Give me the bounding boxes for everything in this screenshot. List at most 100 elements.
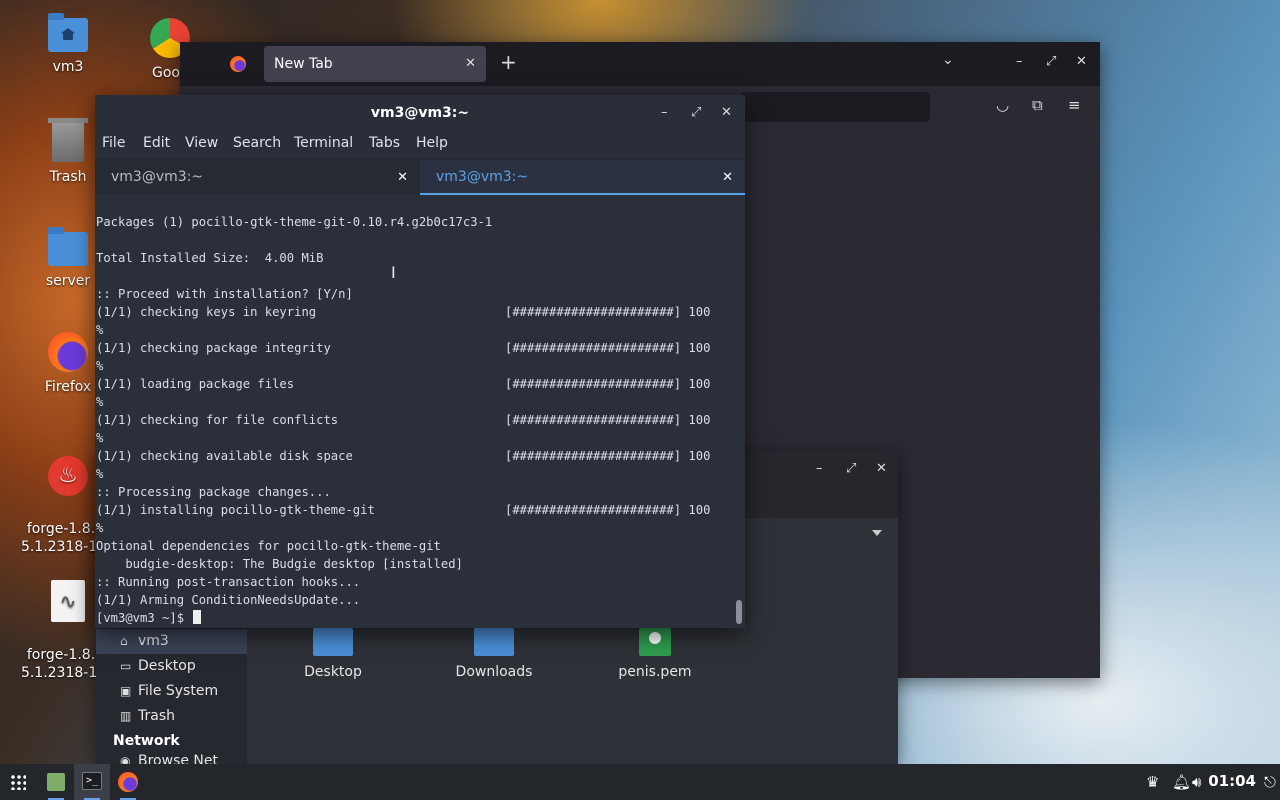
menu-tabs[interactable]: Tabs [369,135,400,151]
url-bar[interactable] [740,92,930,122]
folder-icon [313,628,353,656]
sidebar-item-label: Desktop [138,658,196,674]
terminal-line: :: Running post-transaction hooks... [96,575,361,589]
terminal-line: (1/1) checking available disk space [96,449,353,463]
sidebar-item-browse-network[interactable]: ◉ Browse Net [96,754,247,764]
menu-icon[interactable]: ≡ [1068,96,1081,114]
sidebar-item-label: vm3 [138,633,169,649]
terminal-menu-bar: File Edit View Search Terminal Tabs Help [95,131,745,159]
file-item-pem[interactable]: penis.pem [600,628,710,680]
sidebar-item-file-system[interactable]: ▣ File System [96,679,247,704]
minimize-icon[interactable]: – [661,95,668,131]
terminal-output[interactable]: Packages (1) pocillo-gtk-theme-git-0.10.… [95,195,745,628]
list-all-tabs-icon[interactable]: ⌄ [942,52,954,68]
menu-file[interactable]: File [102,135,125,151]
terminal-cursor [193,610,202,624]
taskbar: >_ ♛ 🔔︎ 🔊︎ 01:04 ⎋ [0,764,1280,800]
file-item-label: Downloads [455,664,533,680]
taskbar-file-manager[interactable] [38,764,74,800]
close-tab-icon[interactable]: ✕ [397,160,408,195]
close-window-icon[interactable]: ✕ [1076,54,1087,69]
desktop-icon: ▭ [120,659,132,673]
clock[interactable]: 01:04 [1208,772,1256,790]
firefox-tab-bar: New Tab ✕ + ⌄ – ⤢ ✕ [180,42,1100,86]
java-icon: ♨ [48,456,88,496]
terminal-tab[interactable]: vm3@vm3:~ ✕ [95,160,420,195]
progress-bar-text: [######################] 100 [505,413,711,427]
close-tab-icon[interactable]: ✕ [722,160,733,195]
trash-icon: ▥ [120,709,132,723]
app-menu-button[interactable] [0,764,36,800]
window-title: vm3@vm3:~ [370,105,470,121]
tab-title: vm3@vm3:~ [436,169,529,185]
tab-title: New Tab [274,56,333,72]
terminal-line: :: Processing package changes... [96,485,331,499]
terminal-line: Packages (1) pocillo-gtk-theme-git-0.10.… [96,215,493,229]
firefox-tab-new-tab[interactable]: New Tab ✕ [264,46,486,82]
terminal-line: budgie-desktop: The Budgie desktop [inst… [96,557,463,571]
firefox-view-icon[interactable] [230,56,246,72]
menu-terminal[interactable]: Terminal [294,135,353,151]
terminal-line: % [96,431,104,445]
sidebar-item-home[interactable]: ⌂ vm3 [96,629,247,654]
file-item-desktop[interactable]: Desktop [278,628,388,680]
new-tab-button[interactable]: + [500,50,517,74]
close-window-icon[interactable]: ✕ [876,461,887,476]
desktop-icon-home[interactable]: vm3 [18,13,118,76]
close-window-icon[interactable]: ✕ [721,95,732,131]
terminal-tab-active[interactable]: vm3@vm3:~ ✕ [420,160,745,195]
terminal-line: (1/1) checking package integrity [96,341,331,355]
terminal-icon: >_ [82,772,102,790]
firefox-icon [118,772,138,792]
terminal-line: (1/1) checking for file conflicts [96,413,339,427]
file-item-label: Desktop [304,664,362,680]
terminal-line: (1/1) loading package files [96,377,295,391]
home-icon: ⌂ [120,634,128,648]
taskbar-firefox[interactable] [110,764,146,800]
file-manager-icon [47,773,65,791]
menu-search[interactable]: Search [233,135,281,151]
home-folder-icon [48,13,88,52]
drive-icon: ▣ [120,684,132,698]
menu-edit[interactable]: Edit [143,135,170,151]
progress-bar-text: [######################] 100 [505,377,711,391]
tray-app-icon[interactable]: ♛ [1146,773,1159,791]
notifications-icon[interactable]: 🔔︎ [1172,773,1191,791]
close-tab-icon[interactable]: ✕ [465,46,476,82]
maximize-icon[interactable]: ⤢ [691,95,701,131]
file-item-downloads[interactable]: Downloads [439,628,549,680]
folder-icon [474,628,514,656]
maximize-icon[interactable]: ⤢ [1046,54,1056,69]
certificate-icon [639,628,671,656]
terminal-window[interactable]: vm3@vm3:~ – ⤢ ✕ File Edit View Search Te… [95,95,745,628]
menu-view[interactable]: View [185,135,218,151]
volume-icon[interactable]: 🔊︎ [1192,773,1201,791]
progress-bar-text: [######################] 100 [505,305,711,319]
sidebar-item-desktop[interactable]: ▭ Desktop [96,654,247,679]
menu-help[interactable]: Help [416,135,448,151]
maximize-icon[interactable]: ⤢ [846,461,856,476]
app-grid-icon [10,774,26,790]
session-icon[interactable]: ⎋ [1264,773,1276,791]
taskbar-terminal[interactable]: >_ [74,764,110,800]
terminal-line: Total Installed Size: 4.00 MiB [96,251,324,265]
sidebar-item-trash[interactable]: ▥ Trash [96,704,247,729]
terminal-tab-bar: vm3@vm3:~ ✕ vm3@vm3:~ ✕ [95,159,745,195]
terminal-line: % [96,323,104,337]
folder-icon [48,227,88,266]
terminal-line: % [96,359,104,373]
scrollbar-thumb[interactable] [736,600,742,624]
minimize-icon[interactable]: – [816,461,823,476]
network-icon: ◉ [120,754,131,764]
extensions-icon[interactable]: ⧉ [1032,96,1043,114]
minimize-icon[interactable]: – [1016,54,1023,69]
log-file-icon: ∿ [51,580,85,622]
chevron-down-icon[interactable] [872,530,882,536]
terminal-title-bar[interactable]: vm3@vm3:~ – ⤢ ✕ [95,95,745,131]
pocket-icon[interactable]: ◡ [996,96,1009,114]
terminal-line: [vm3@vm3 ~]$ [96,609,202,627]
terminal-line: (1/1) installing pocillo-gtk-theme-git [96,503,375,517]
terminal-line: (1/1) checking keys in keyring [96,305,317,319]
text-cursor-icon: I [391,263,396,282]
progress-bar-text: [######################] 100 [505,341,711,355]
